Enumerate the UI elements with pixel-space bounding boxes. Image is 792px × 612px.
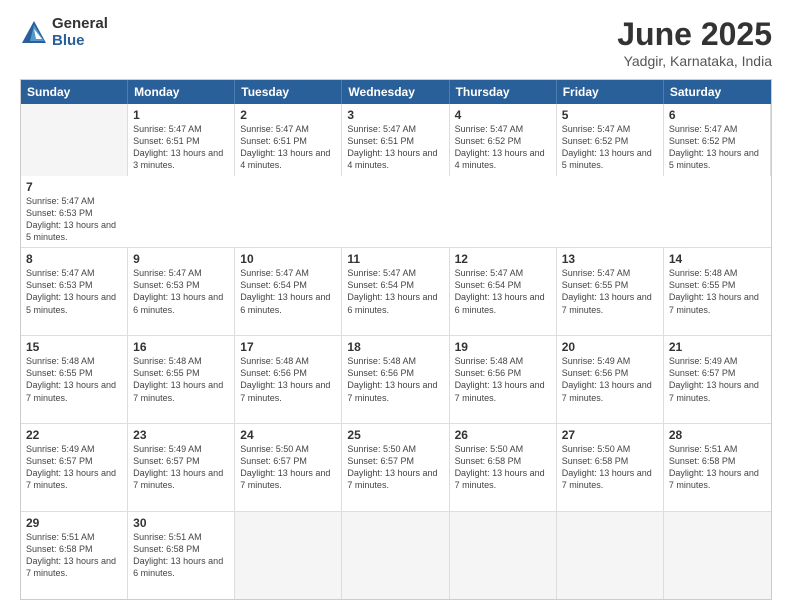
table-row: 12Sunrise: 5:47 AMSunset: 6:54 PMDayligh… bbox=[450, 248, 557, 335]
month-title: June 2025 bbox=[617, 16, 772, 53]
table-row: 9Sunrise: 5:47 AMSunset: 6:53 PMDaylight… bbox=[128, 248, 235, 335]
table-row bbox=[450, 512, 557, 599]
table-row: 21Sunrise: 5:49 AMSunset: 6:57 PMDayligh… bbox=[664, 336, 771, 423]
table-row bbox=[557, 512, 664, 599]
calendar: Sunday Monday Tuesday Wednesday Thursday… bbox=[20, 79, 772, 600]
header-monday: Monday bbox=[128, 80, 235, 104]
table-row bbox=[21, 104, 128, 176]
table-row bbox=[235, 512, 342, 599]
title-block: June 2025 Yadgir, Karnataka, India bbox=[617, 16, 772, 69]
table-row: 16Sunrise: 5:48 AMSunset: 6:55 PMDayligh… bbox=[128, 336, 235, 423]
table-row bbox=[342, 512, 449, 599]
table-row: 22Sunrise: 5:49 AMSunset: 6:57 PMDayligh… bbox=[21, 424, 128, 511]
table-row: 15Sunrise: 5:48 AMSunset: 6:55 PMDayligh… bbox=[21, 336, 128, 423]
logo-icon bbox=[20, 19, 48, 47]
table-row: 29Sunrise: 5:51 AMSunset: 6:58 PMDayligh… bbox=[21, 512, 128, 599]
calendar-body: 1Sunrise: 5:47 AMSunset: 6:51 PMDaylight… bbox=[21, 104, 771, 599]
table-row: 5Sunrise: 5:47 AMSunset: 6:52 PMDaylight… bbox=[557, 104, 664, 176]
table-row: 30Sunrise: 5:51 AMSunset: 6:58 PMDayligh… bbox=[128, 512, 235, 599]
page: General Blue June 2025 Yadgir, Karnataka… bbox=[0, 0, 792, 612]
table-row: 25Sunrise: 5:50 AMSunset: 6:57 PMDayligh… bbox=[342, 424, 449, 511]
calendar-header: Sunday Monday Tuesday Wednesday Thursday… bbox=[21, 80, 771, 104]
table-row: 14Sunrise: 5:48 AMSunset: 6:55 PMDayligh… bbox=[664, 248, 771, 335]
table-row: 24Sunrise: 5:50 AMSunset: 6:57 PMDayligh… bbox=[235, 424, 342, 511]
header-sunday: Sunday bbox=[21, 80, 128, 104]
logo: General Blue bbox=[20, 16, 108, 49]
table-row: 17Sunrise: 5:48 AMSunset: 6:56 PMDayligh… bbox=[235, 336, 342, 423]
table-row: 20Sunrise: 5:49 AMSunset: 6:56 PMDayligh… bbox=[557, 336, 664, 423]
header: General Blue June 2025 Yadgir, Karnataka… bbox=[20, 16, 772, 69]
header-saturday: Saturday bbox=[664, 80, 771, 104]
table-row: 1Sunrise: 5:47 AMSunset: 6:51 PMDaylight… bbox=[128, 104, 235, 176]
table-row: 13Sunrise: 5:47 AMSunset: 6:55 PMDayligh… bbox=[557, 248, 664, 335]
header-friday: Friday bbox=[557, 80, 664, 104]
calendar-row-4: 22Sunrise: 5:49 AMSunset: 6:57 PMDayligh… bbox=[21, 423, 771, 511]
logo-blue-text: Blue bbox=[52, 33, 108, 50]
table-row: 7Sunrise: 5:47 AMSunset: 6:53 PMDaylight… bbox=[21, 176, 128, 248]
location-subtitle: Yadgir, Karnataka, India bbox=[617, 53, 772, 69]
table-row: 11Sunrise: 5:47 AMSunset: 6:54 PMDayligh… bbox=[342, 248, 449, 335]
calendar-row-1: 1Sunrise: 5:47 AMSunset: 6:51 PMDaylight… bbox=[21, 104, 771, 247]
table-row: 28Sunrise: 5:51 AMSunset: 6:58 PMDayligh… bbox=[664, 424, 771, 511]
table-row: 6Sunrise: 5:47 AMSunset: 6:52 PMDaylight… bbox=[664, 104, 771, 176]
table-row: 26Sunrise: 5:50 AMSunset: 6:58 PMDayligh… bbox=[450, 424, 557, 511]
logo-general-text: General bbox=[52, 16, 108, 33]
table-row: 18Sunrise: 5:48 AMSunset: 6:56 PMDayligh… bbox=[342, 336, 449, 423]
calendar-row-3: 15Sunrise: 5:48 AMSunset: 6:55 PMDayligh… bbox=[21, 335, 771, 423]
table-row: 3Sunrise: 5:47 AMSunset: 6:51 PMDaylight… bbox=[342, 104, 449, 176]
table-row: 4Sunrise: 5:47 AMSunset: 6:52 PMDaylight… bbox=[450, 104, 557, 176]
header-wednesday: Wednesday bbox=[342, 80, 449, 104]
table-row: 8Sunrise: 5:47 AMSunset: 6:53 PMDaylight… bbox=[21, 248, 128, 335]
header-thursday: Thursday bbox=[450, 80, 557, 104]
table-row: 23Sunrise: 5:49 AMSunset: 6:57 PMDayligh… bbox=[128, 424, 235, 511]
table-row bbox=[664, 512, 771, 599]
logo-text: General Blue bbox=[52, 16, 108, 49]
table-row: 2Sunrise: 5:47 AMSunset: 6:51 PMDaylight… bbox=[235, 104, 342, 176]
table-row: 27Sunrise: 5:50 AMSunset: 6:58 PMDayligh… bbox=[557, 424, 664, 511]
calendar-row-2: 8Sunrise: 5:47 AMSunset: 6:53 PMDaylight… bbox=[21, 247, 771, 335]
table-row: 10Sunrise: 5:47 AMSunset: 6:54 PMDayligh… bbox=[235, 248, 342, 335]
calendar-row-5: 29Sunrise: 5:51 AMSunset: 6:58 PMDayligh… bbox=[21, 511, 771, 599]
header-tuesday: Tuesday bbox=[235, 80, 342, 104]
table-row: 19Sunrise: 5:48 AMSunset: 6:56 PMDayligh… bbox=[450, 336, 557, 423]
